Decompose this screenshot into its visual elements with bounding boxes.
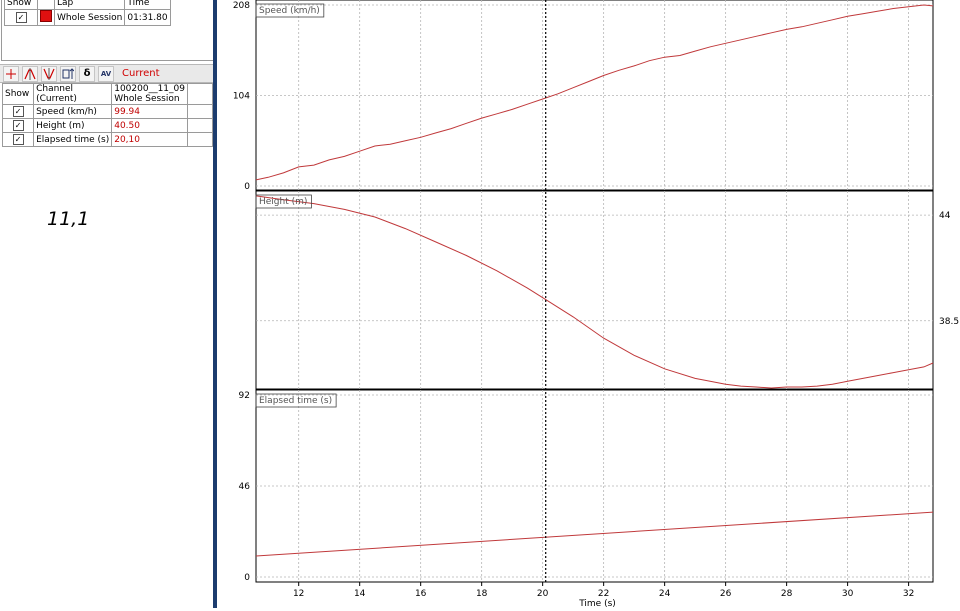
crosshair-icon[interactable] <box>3 65 19 82</box>
y-tick-label: 104 <box>233 92 250 102</box>
col-lap: Lap <box>53 0 126 10</box>
channel-table-header: Show Channel (Current) 100200__11_09 Whole… <box>1 83 214 105</box>
delta-icon[interactable]: δ <box>79 65 95 82</box>
x-tick-label: 28 <box>781 589 793 599</box>
x-tick-label: 14 <box>354 589 366 599</box>
y-tick-label: 0 <box>244 182 250 192</box>
channel-show-checkbox[interactable]: ✓ <box>1 132 35 147</box>
check-icon[interactable]: ✓ <box>12 120 24 131</box>
channel-name: Elapsed time (s) <box>33 132 113 147</box>
x-tick-label: 32 <box>903 589 914 599</box>
x-tick-label: 20 <box>537 589 549 599</box>
lap-color-swatch <box>40 10 52 22</box>
x-tick-label: 12 <box>293 589 304 599</box>
x-tick-label: 22 <box>598 589 609 599</box>
table-row[interactable]: ✓ Speed (km/h) 99.94 <box>1 104 214 119</box>
col-time: Time <box>124 0 171 10</box>
average-icon[interactable]: AV <box>98 65 114 82</box>
panel-frame <box>255 190 934 390</box>
channel-value: 99.94 <box>111 104 188 119</box>
panel-title: Height (m) <box>259 197 307 207</box>
channel-header-line1: Channel <box>36 84 74 94</box>
table-row[interactable]: ✓ Elapsed time (s) 20,10 <box>1 132 214 147</box>
channel-extra <box>186 118 214 133</box>
lap-color-cell <box>37 9 55 26</box>
y-tick-label: 92 <box>239 391 250 401</box>
col-show: Show <box>4 0 38 10</box>
channel-name: Speed (km/h) <box>33 104 113 119</box>
peak-max-icon[interactable] <box>22 65 38 82</box>
y-tick-label: 44 <box>939 211 951 221</box>
x-axis-label: Time (s) <box>578 599 616 608</box>
channel-value: 20,10 <box>111 132 188 147</box>
col-color <box>37 0 55 10</box>
col-channel: Channel (Current) <box>33 83 113 105</box>
laps-panel: Show Lap Time ✓ Whole Session 01:31.80 <box>1 0 214 61</box>
telemetry-chart[interactable]: 0 104 208 Speed (km/h) 44 38.5 Height (m) 0 46 92… <box>217 0 960 609</box>
col-show: Show <box>1 83 35 105</box>
col-session: 100200__11_09 Whole Session <box>111 83 188 105</box>
peak-min-icon[interactable] <box>41 65 57 82</box>
lap-show-checkbox[interactable]: ✓ <box>4 9 38 26</box>
channel-extra <box>186 104 214 119</box>
y-tick-label: 0 <box>244 573 250 583</box>
channel-header-line2: (Current) <box>36 94 77 104</box>
y-tick-label: 38.5 <box>939 317 959 327</box>
channel-table: Show Channel (Current) 100200__11_09 Whole… <box>1 83 214 147</box>
panel-title: Speed (km/h) <box>259 6 320 16</box>
channel-show-checkbox[interactable]: ✓ <box>1 104 35 119</box>
current-mode-label: Current <box>122 68 160 79</box>
lap-name: Whole Session <box>53 9 126 26</box>
lap-time: 01:31.80 <box>124 9 171 26</box>
channel-name: Height (m) <box>33 118 113 133</box>
session-header-line2: Whole Session <box>114 94 180 104</box>
panel-title: Elapsed time (s) <box>259 396 332 406</box>
check-icon[interactable]: ✓ <box>15 12 27 23</box>
channel-extra <box>186 132 214 147</box>
lap-table-header: Show Lap Time <box>4 0 171 10</box>
check-icon[interactable]: ✓ <box>12 106 24 117</box>
range-select-icon[interactable] <box>60 65 76 82</box>
channel-show-checkbox[interactable]: ✓ <box>1 118 35 133</box>
table-row[interactable]: ✓ Whole Session 01:31.80 <box>4 9 171 26</box>
x-tick-label: 16 <box>415 589 427 599</box>
table-row[interactable]: ✓ Height (m) 40.50 <box>1 118 214 133</box>
session-header-line1: 100200__11_09 <box>114 84 185 94</box>
col-extra <box>186 83 214 105</box>
annotation-note: 11,1 <box>47 208 90 230</box>
check-icon[interactable]: ✓ <box>12 134 24 145</box>
x-tick-label: 18 <box>476 589 488 599</box>
x-tick-label: 24 <box>659 589 671 599</box>
channel-value: 40.50 <box>111 118 188 133</box>
panel-frame <box>255 0 934 191</box>
x-tick-label: 26 <box>720 589 732 599</box>
lap-table: Show Lap Time ✓ Whole Session 01:31.80 <box>4 0 171 26</box>
y-tick-label: 46 <box>239 482 251 492</box>
plot-area[interactable]: 0 104 208 Speed (km/h) 44 38.5 Height (m) 0 46 92… <box>217 0 960 609</box>
x-tick-label: 30 <box>842 589 854 599</box>
toolbar: δ AV Current <box>0 64 213 83</box>
y-tick-label: 208 <box>233 1 250 11</box>
left-panel: Show Lap Time ✓ Whole Session 01:31.80 δ… <box>0 0 214 608</box>
